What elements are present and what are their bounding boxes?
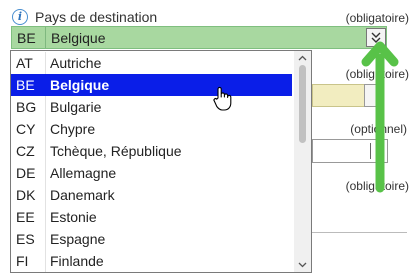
list-item[interactable]: ES Espagne <box>11 228 292 250</box>
scrollbar-thumb[interactable] <box>299 65 306 143</box>
list-item[interactable]: CZ Tchèque, République <box>11 140 292 162</box>
info-icon[interactable]: i <box>12 9 28 25</box>
selected-code: BE <box>17 30 36 46</box>
list-item[interactable]: EE Estonie <box>11 206 292 228</box>
list-item[interactable]: CY Chypre <box>11 118 292 140</box>
list-item-selected[interactable]: BE Belgique <box>11 74 292 96</box>
required-label: (obligatoire) <box>345 11 409 25</box>
scroll-up-icon[interactable] <box>294 51 311 65</box>
code-separator <box>45 27 46 48</box>
list-item[interactable]: AT Autriche <box>11 52 292 74</box>
list-item[interactable]: FI Finlande <box>11 250 292 272</box>
selected-name: Belgique <box>51 30 106 46</box>
arrow-up-icon <box>361 41 399 193</box>
list-item[interactable]: DE Allemagne <box>11 162 292 184</box>
list-item[interactable]: DK Danemark <box>11 184 292 206</box>
scroll-down-icon[interactable] <box>294 258 311 272</box>
country-dropdown-list[interactable]: AT Autriche BE Belgique BG Bulgarie CY C… <box>10 50 312 273</box>
country-select[interactable]: BE Belgique <box>11 26 387 49</box>
divider-line <box>312 232 407 233</box>
field-label: Pays de destination <box>35 9 158 25</box>
hand-cursor-icon <box>213 86 232 111</box>
vertical-scrollbar[interactable] <box>294 51 311 272</box>
list-item[interactable]: BG Bulgarie <box>11 96 292 118</box>
